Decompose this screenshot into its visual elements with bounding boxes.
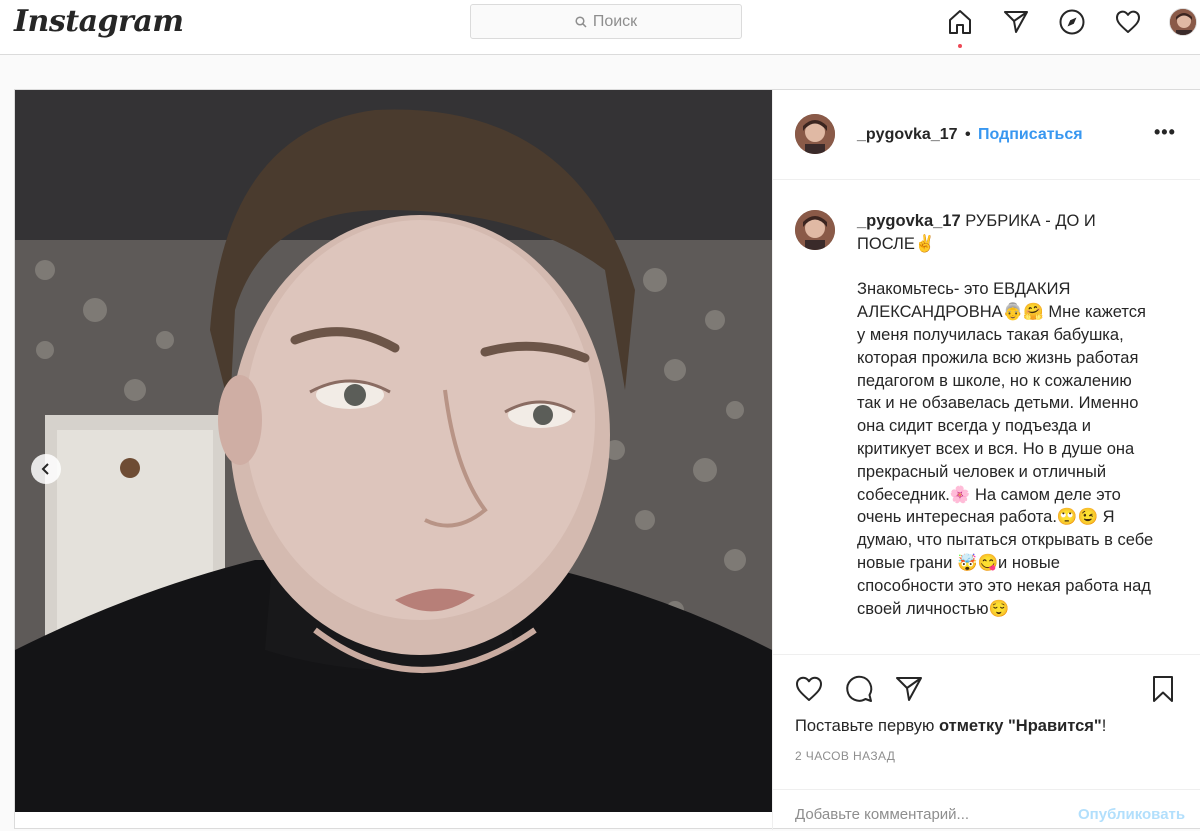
home-notification-dot: [958, 44, 962, 48]
author-avatar[interactable]: [795, 114, 835, 154]
likes-link[interactable]: отметку "Нравится": [939, 717, 1102, 735]
caption-author-avatar[interactable]: [795, 210, 835, 250]
comment-input[interactable]: Добавьте комментарий...: [795, 806, 969, 823]
instagram-logo[interactable]: Instagram: [14, 4, 184, 39]
like-button[interactable]: [793, 673, 825, 705]
more-options-button[interactable]: •••: [1154, 122, 1176, 143]
bookmark-icon: [1153, 676, 1173, 702]
caption-area: _pygovka_17 РУБРИКА - ДО И ПОСЛЕ✌️ Знако…: [773, 180, 1200, 650]
comment-button[interactable]: [843, 673, 875, 705]
caption-username[interactable]: _pygovka_17: [857, 212, 961, 230]
post-header: _pygovka_17 • Подписаться •••: [773, 90, 1200, 180]
comment-row: Добавьте комментарий... Опубликовать: [773, 789, 1200, 831]
search-icon: [575, 15, 587, 28]
profile-avatar[interactable]: [1169, 8, 1197, 36]
save-button[interactable]: [1147, 673, 1179, 705]
paper-plane-icon: [1004, 11, 1028, 33]
author-username[interactable]: _pygovka_17: [857, 126, 958, 144]
header-separator: •: [965, 126, 971, 143]
likes-text: Поставьте первую отметку "Нравится"!: [795, 717, 1106, 736]
likes-prefix: Поставьте первую: [795, 717, 939, 735]
heart-icon: [796, 676, 822, 701]
chevron-left-icon: [41, 463, 49, 475]
follow-button[interactable]: Подписаться: [978, 126, 1083, 144]
post-card: _pygovka_17 • Подписаться ••• _pygovka_1…: [14, 89, 1200, 830]
explore-button[interactable]: [1056, 6, 1088, 38]
comment-icon: [846, 675, 873, 702]
activity-button[interactable]: [1112, 6, 1144, 38]
paper-plane-icon: [896, 677, 922, 701]
post-sidebar: _pygovka_17 • Подписаться ••• _pygovka_1…: [772, 90, 1200, 830]
post-actions: Поставьте первую отметку "Нравится"! 2 Ч…: [773, 654, 1200, 830]
post-photo[interactable]: [15, 90, 772, 812]
nav-icons: [944, 6, 1144, 48]
home-icon: [949, 10, 971, 34]
direct-button[interactable]: [1000, 6, 1032, 38]
heart-icon: [1116, 10, 1140, 33]
top-nav: Instagram Поиск: [0, 0, 1200, 55]
publish-button[interactable]: Опубликовать: [1078, 806, 1185, 823]
compass-icon: [1059, 9, 1085, 35]
post-caption: _pygovka_17 РУБРИКА - ДО И ПОСЛЕ✌️ Знако…: [857, 210, 1157, 643]
previous-photo-button[interactable]: [31, 454, 61, 484]
home-button[interactable]: [944, 6, 976, 48]
likes-suffix: !: [1101, 717, 1107, 735]
post-timestamp[interactable]: 2 ЧАСОВ НАЗАД: [795, 749, 895, 763]
share-button[interactable]: [893, 673, 925, 705]
search-input[interactable]: Поиск: [470, 4, 742, 39]
search-placeholder: Поиск: [592, 12, 638, 30]
caption-body: Знакомьтесь- это ЕВДАКИЯ АЛЕКСАНДРОВНА👵🤗…: [857, 280, 1154, 618]
